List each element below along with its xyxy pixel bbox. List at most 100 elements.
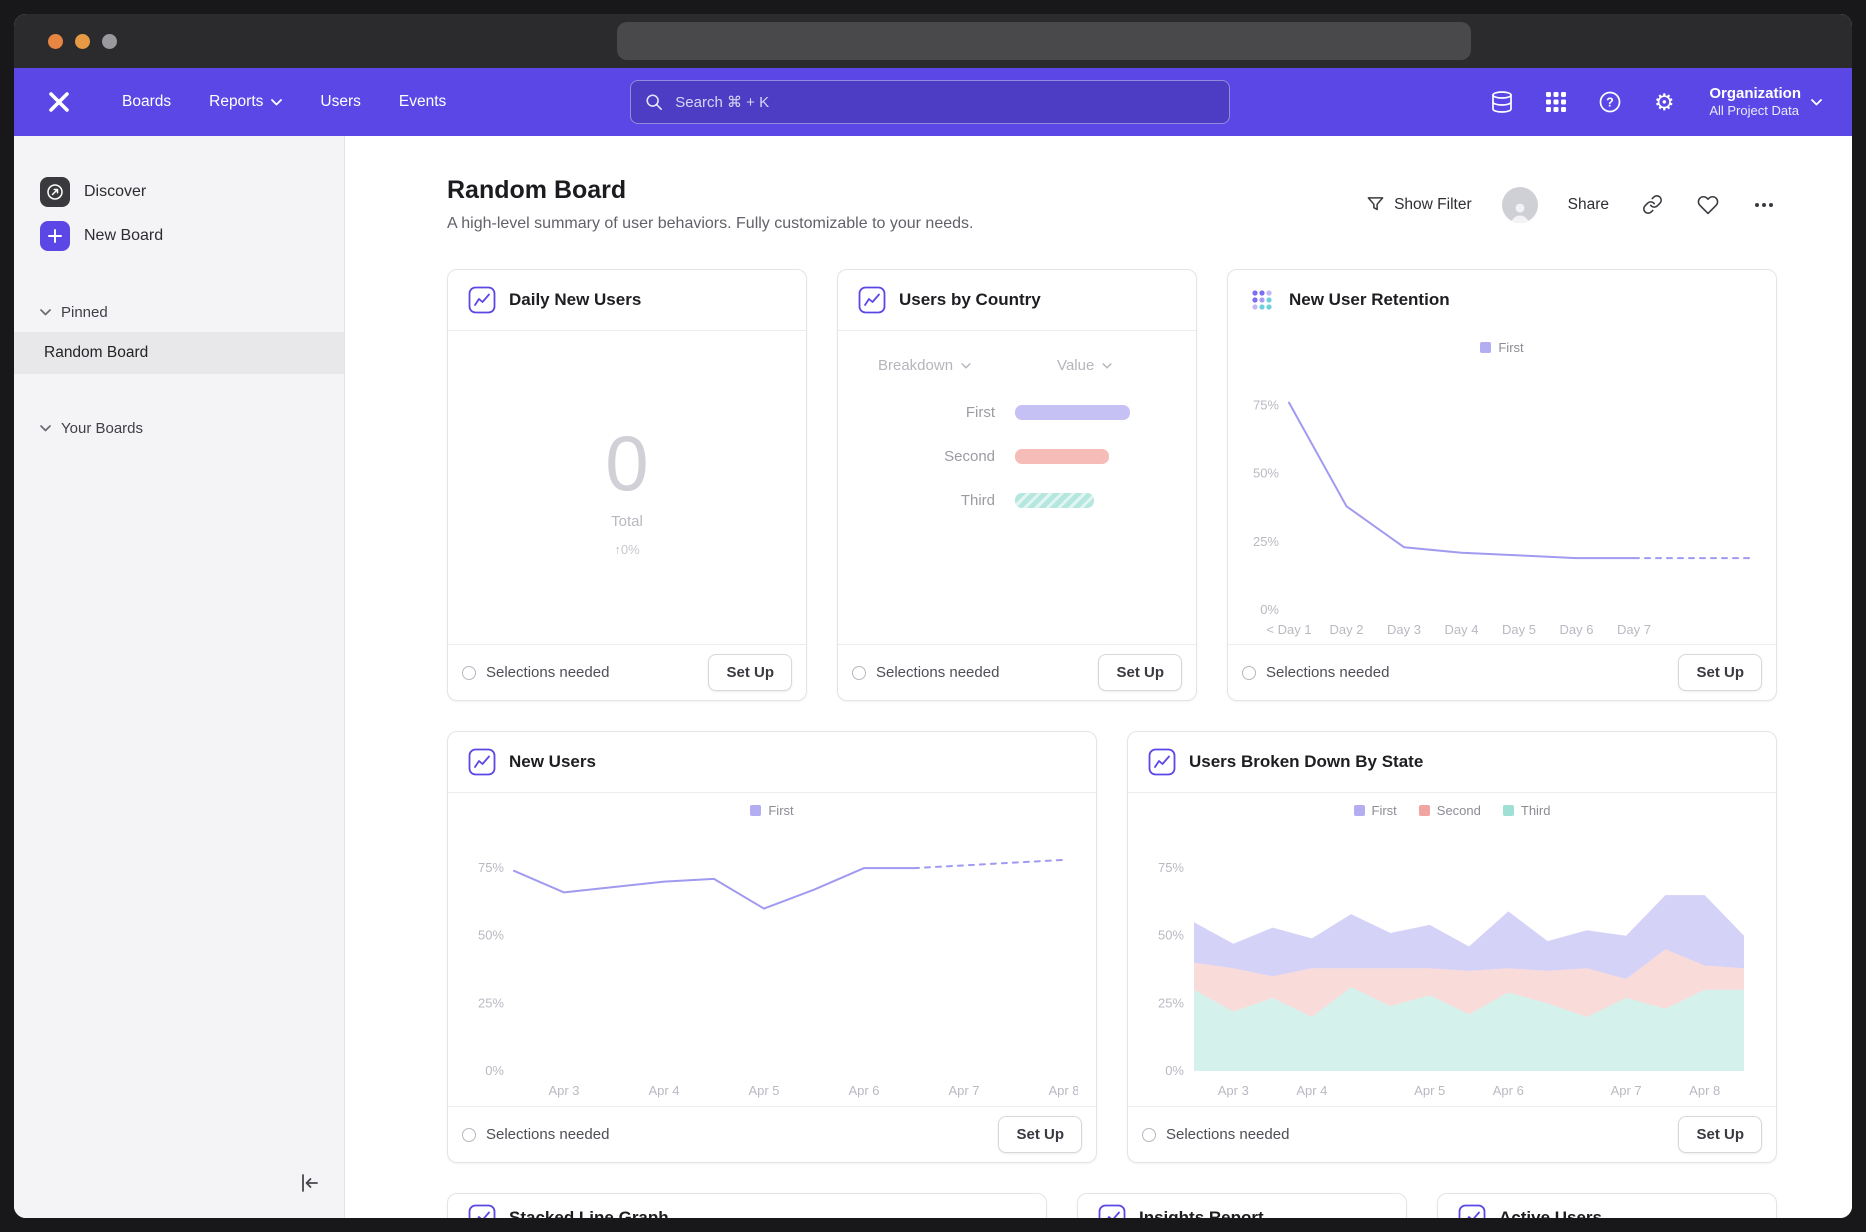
mixpanel-logo-icon (47, 90, 71, 114)
page-title: Random Board (447, 176, 973, 205)
card-title: Stacked Line Graph (509, 1208, 669, 1218)
board-actions: Show Filter Share (1366, 187, 1777, 223)
person-icon (1508, 199, 1532, 223)
svg-text:75%: 75% (478, 860, 504, 875)
svg-text:25%: 25% (1158, 995, 1184, 1010)
nav-link-label: Reports (209, 93, 263, 111)
card-insights-report[interactable]: Insights Report (1077, 1193, 1407, 1218)
breakdown-dropdown[interactable]: Breakdown (878, 357, 971, 374)
settings-gear-icon[interactable]: ⚙ (1651, 89, 1677, 115)
cards-row-3: Stacked Line Graph Insights Report (447, 1193, 1777, 1218)
collapse-sidebar-icon[interactable] (296, 1170, 322, 1196)
card-footer: Selections needed Set Up (448, 1106, 1096, 1162)
page-subtitle: A high-level summary of user behaviors. … (447, 215, 973, 233)
zoom-window-button[interactable] (102, 34, 117, 49)
legend-item: First (1480, 340, 1523, 355)
legend-item: First (1354, 803, 1397, 818)
breakdown-controls: Breakdown Value (878, 357, 1196, 374)
svg-text:Apr 5: Apr 5 (748, 1083, 779, 1098)
apps-grid-icon[interactable] (1543, 89, 1569, 115)
search-input[interactable] (673, 93, 1215, 112)
org-switcher[interactable]: Organization All Project Data (1709, 85, 1822, 120)
org-text: Organization All Project Data (1709, 85, 1801, 120)
value-dropdown[interactable]: Value (1057, 357, 1112, 374)
favorite-heart-icon[interactable] (1695, 192, 1721, 218)
close-window-button[interactable] (48, 34, 63, 49)
nav-links: Boards Reports Users Events (108, 85, 460, 119)
traffic-lights (48, 34, 117, 49)
set-up-button[interactable]: Set Up (1098, 654, 1182, 691)
svg-text:0%: 0% (1165, 1063, 1184, 1078)
card-active-users[interactable]: Active Users (1437, 1193, 1777, 1218)
nav-link-boards[interactable]: Boards (108, 85, 185, 119)
svg-text:Apr 8: Apr 8 (1048, 1083, 1078, 1098)
share-button[interactable]: Share (1568, 196, 1609, 214)
insights-chart-icon (858, 286, 886, 314)
nav-link-events[interactable]: Events (385, 85, 460, 119)
card-title: Active Users (1499, 1208, 1602, 1218)
nav-link-users[interactable]: Users (306, 85, 374, 119)
skeleton-bar (1015, 449, 1109, 464)
filter-funnel-icon (1366, 195, 1385, 214)
legend-swatch (1480, 342, 1491, 353)
svg-text:< Day 1: < Day 1 (1266, 622, 1311, 637)
card-header: Users Broken Down By State (1128, 732, 1776, 793)
svg-text:Day 2: Day 2 (1330, 622, 1364, 637)
card-footer: Selections needed Set Up (448, 644, 806, 700)
card-footer: Selections needed Set Up (1228, 644, 1776, 700)
card-new-users[interactable]: New Users First 75%50%25%0%Apr 3Apr 4Apr (447, 731, 1097, 1163)
insights-chart-icon (1458, 1204, 1486, 1218)
svg-text:Apr 4: Apr 4 (648, 1083, 679, 1098)
main-area: Random Board A high-level summary of use… (345, 136, 1852, 1218)
legend-swatch (1354, 805, 1365, 816)
sidebar-item-discover[interactable]: Discover (14, 170, 344, 214)
card-footer: Selections needed Set Up (1128, 1106, 1776, 1162)
sidebar-section-pinned[interactable]: Pinned (14, 292, 344, 332)
card-daily-new-users[interactable]: Daily New Users 0 Total ↑0% Selections n… (447, 269, 807, 701)
set-up-button[interactable]: Set Up (708, 654, 792, 691)
insights-chart-icon (468, 286, 496, 314)
chart-area: First Second Third (1128, 793, 1776, 1106)
card-users-by-country[interactable]: Users by Country Breakdown (837, 269, 1197, 701)
card-users-by-state[interactable]: Users Broken Down By State First (1127, 731, 1777, 1163)
browser-url-bar[interactable] (617, 22, 1471, 60)
sidebar-section-your-boards[interactable]: Your Boards (14, 408, 344, 448)
status-text: Selections needed (876, 664, 999, 681)
set-up-button[interactable]: Set Up (1678, 654, 1762, 691)
sidebar: Discover New Board Pinned Random Board (14, 136, 345, 1218)
card-stacked-line-graph[interactable]: Stacked Line Graph (447, 1193, 1047, 1218)
svg-text:Apr 8: Apr 8 (1689, 1083, 1720, 1098)
global-search[interactable] (630, 80, 1230, 124)
svg-text:50%: 50% (478, 928, 504, 943)
card-new-user-retention[interactable]: New User Retention First 75%50%25%0%< Da… (1227, 269, 1777, 701)
new-users-line-chart: 75%50%25%0%Apr 3Apr 4Apr 5Apr 6Apr 7Apr … (466, 827, 1078, 1101)
top-nav: Boards Reports Users Events (14, 68, 1852, 136)
gear-glyph: ⚙ (1654, 91, 1675, 114)
chevron-down-icon (271, 99, 282, 106)
copy-link-icon[interactable] (1639, 192, 1665, 218)
set-up-button[interactable]: Set Up (998, 1116, 1082, 1153)
show-filter-button[interactable]: Show Filter (1366, 195, 1472, 214)
status-circle-icon (462, 666, 476, 680)
help-icon[interactable]: ? (1597, 89, 1623, 115)
data-management-icon[interactable] (1489, 89, 1515, 115)
card-title: New Users (509, 752, 596, 772)
skeleton-bar (1015, 493, 1094, 508)
section-label: Pinned (61, 304, 108, 321)
avatar[interactable] (1502, 187, 1538, 223)
board-header-left: Random Board A high-level summary of use… (447, 176, 973, 233)
breakdown-rows: First Second Third (878, 404, 1196, 509)
set-up-button[interactable]: Set Up (1678, 1116, 1762, 1153)
sidebar-item-new-board[interactable]: New Board (14, 214, 344, 258)
chart-legend: First (1480, 334, 1523, 360)
legend-label: First (1498, 340, 1523, 355)
card-header: Insights Report (1078, 1194, 1406, 1218)
breakdown-row: First (878, 404, 1196, 421)
nav-link-reports[interactable]: Reports (195, 85, 296, 119)
mixpanel-logo[interactable] (44, 87, 74, 117)
svg-text:Apr 5: Apr 5 (1414, 1083, 1445, 1098)
breakdown-body: Breakdown Value (838, 331, 1196, 644)
minimize-window-button[interactable] (75, 34, 90, 49)
sidebar-item-random-board[interactable]: Random Board (14, 332, 344, 374)
more-options-icon[interactable] (1751, 192, 1777, 218)
